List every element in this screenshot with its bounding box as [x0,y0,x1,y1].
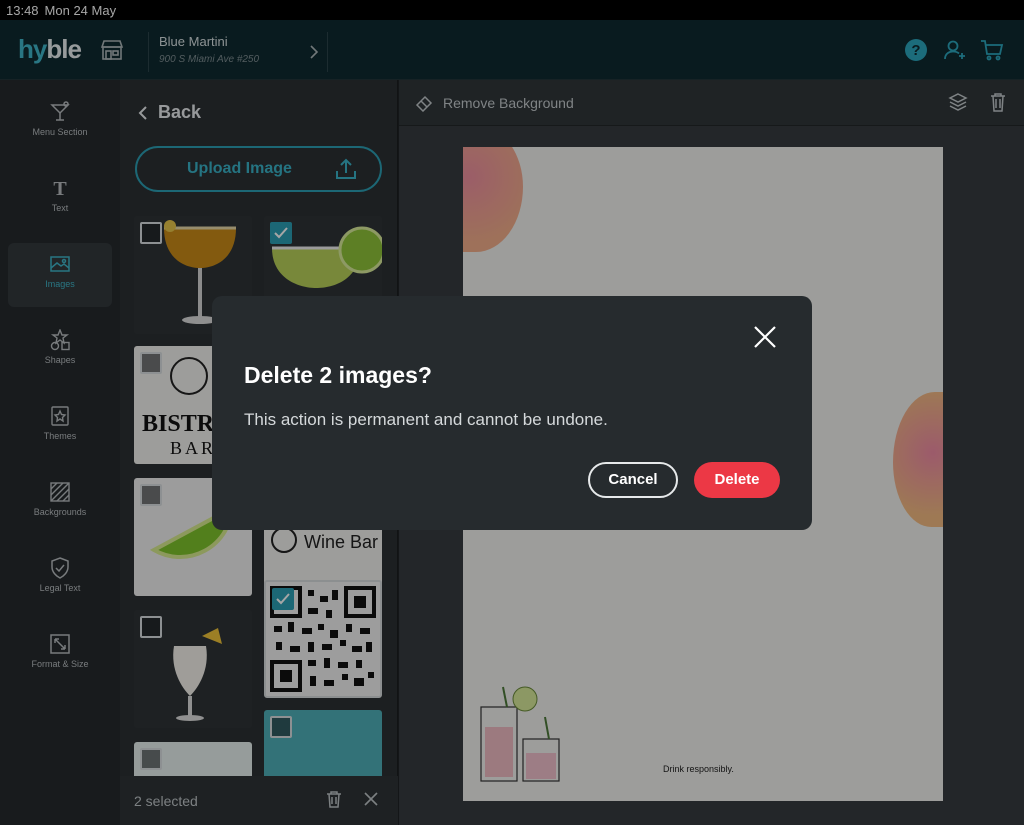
dialog-message: This action is permanent and cannot be u… [244,410,608,429]
dialog-title: Delete 2 images? [244,362,432,388]
cancel-button[interactable]: Cancel [588,462,678,498]
delete-dialog: Delete 2 images? This action is permanen… [212,296,812,530]
close-icon[interactable] [752,324,778,350]
delete-button[interactable]: Delete [694,462,780,498]
